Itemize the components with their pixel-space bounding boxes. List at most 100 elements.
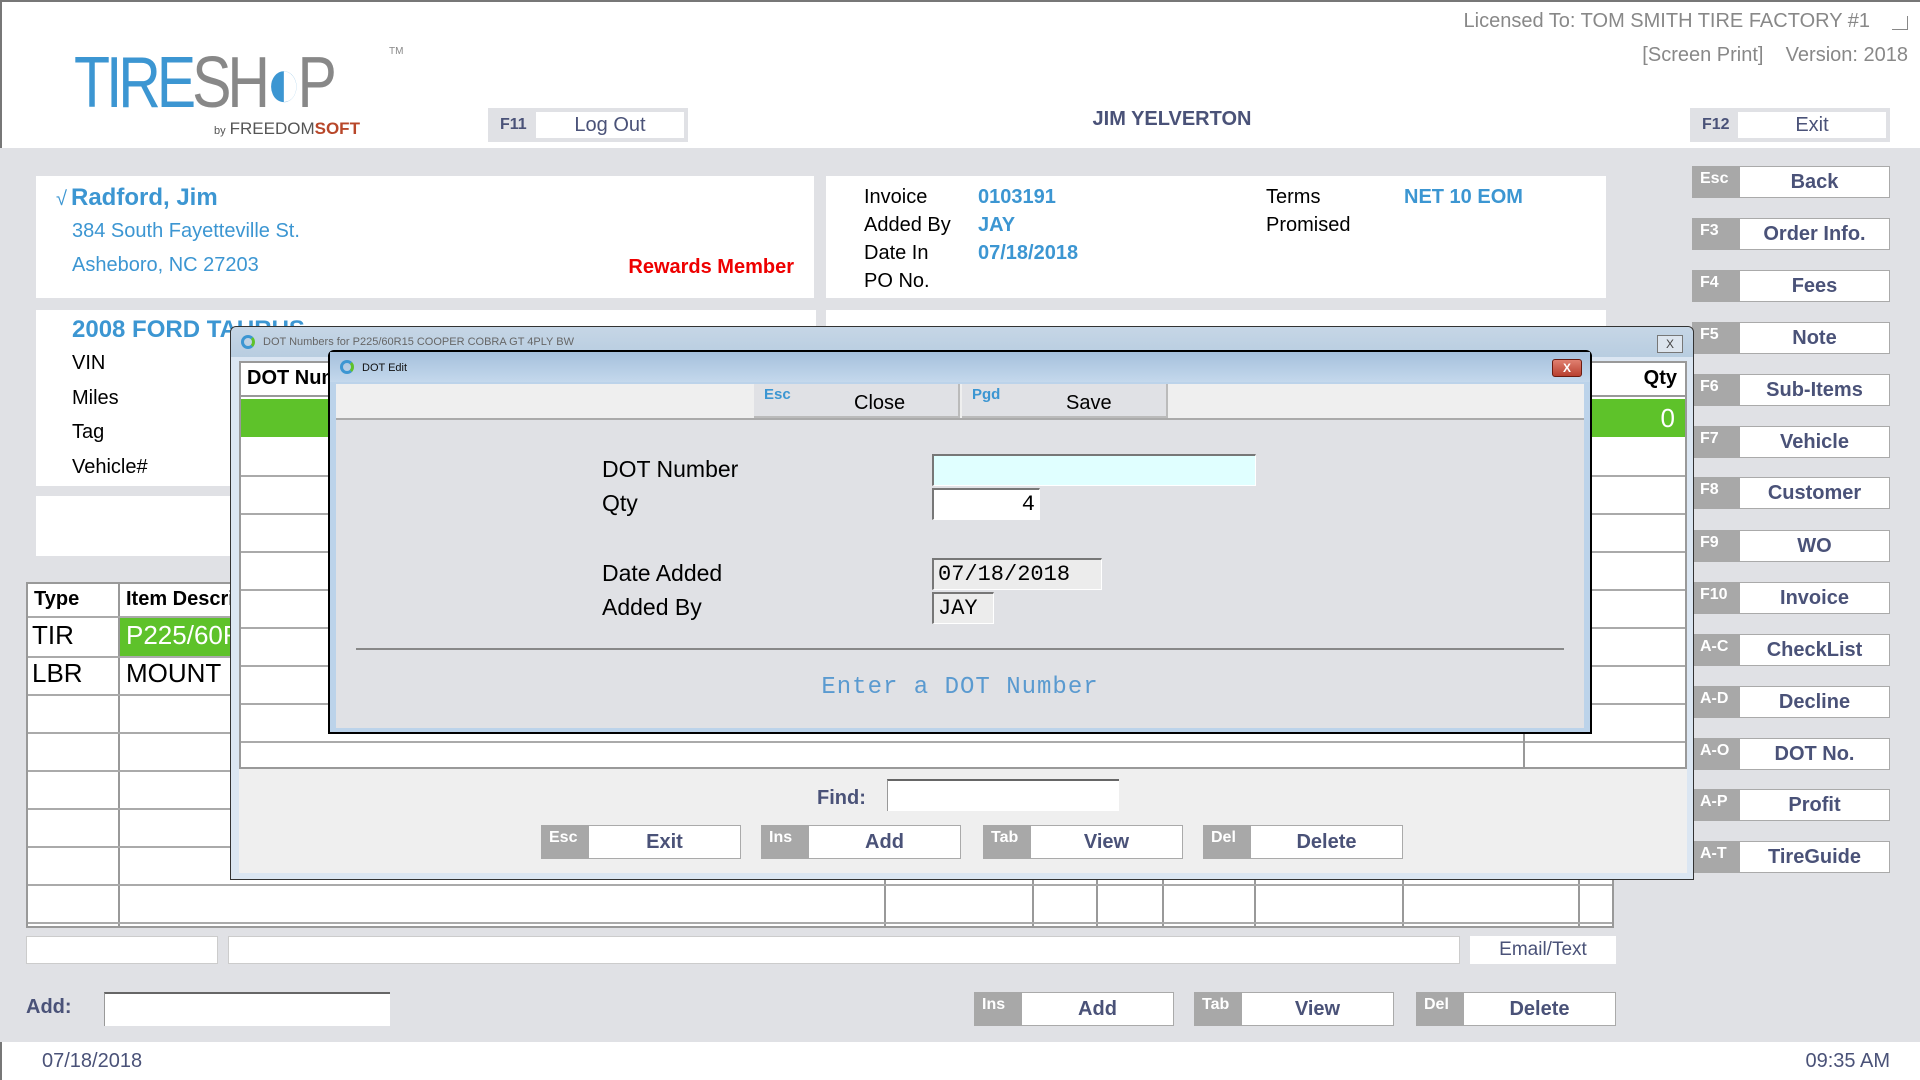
customer-address-line1: 384 South Fayetteville St.	[72, 220, 300, 242]
date-added-label: Date Added	[602, 560, 723, 586]
shortcut-key: F8	[1692, 477, 1740, 509]
status-date: 07/18/2018	[42, 1050, 143, 1072]
dot-view-button[interactable]: Tab View	[983, 825, 1183, 859]
exit-label: Exit	[1738, 112, 1886, 138]
sub-items-button[interactable]: F6 Sub-Items	[1692, 374, 1890, 406]
button-label: Invoice	[1740, 582, 1890, 614]
hint-message: Enter a DOT Number	[821, 674, 1099, 701]
invoice-panel: Invoice 0103191 Added By JAY Date In 07/…	[826, 176, 1606, 298]
shortcut-key: Ins	[974, 992, 1022, 1026]
app-icon	[241, 335, 255, 349]
vehicle-button[interactable]: F7 Vehicle	[1692, 426, 1890, 458]
row-2-description[interactable]: MOUNT	[126, 658, 221, 689]
column-header-type[interactable]: Type	[34, 588, 79, 611]
delete-button[interactable]: Del Delete	[1416, 992, 1616, 1026]
shortcut-key: F4	[1692, 270, 1740, 302]
view-button[interactable]: Tab View	[1194, 992, 1394, 1026]
logout-label: Log Out	[536, 112, 684, 138]
button-label: Fees	[1740, 270, 1890, 302]
logout-shortcut: F11	[500, 116, 527, 133]
button-label: Add	[1022, 992, 1174, 1026]
button-label: Delete	[1464, 992, 1616, 1026]
back-button[interactable]: Esc Back	[1692, 166, 1890, 198]
exit-button[interactable]: F12 Exit	[1690, 108, 1890, 142]
add-item-input[interactable]	[104, 992, 390, 1026]
customer-address-line2: Asheboro, NC 27203	[72, 254, 259, 276]
dot-number-input[interactable]	[932, 454, 1256, 486]
dot-edit-titlebar[interactable]: DOT Edit X	[330, 352, 1590, 382]
dot-edit-dialog[interactable]: DOT Edit X Esc Close Pgd Save DOT Number Q…	[328, 350, 1592, 734]
dot-edit-toolbar: Esc Close Pgd Save	[336, 384, 1584, 420]
version-text: [Screen Print] Version: 2018	[1642, 44, 1908, 66]
find-input[interactable]	[887, 779, 1119, 811]
message-field[interactable]	[228, 936, 1460, 964]
row-1-description[interactable]: P225/60R	[126, 620, 242, 651]
dot-add-button[interactable]: Ins Add	[761, 825, 961, 859]
button-label: Vehicle	[1740, 426, 1890, 458]
terms-value: NET 10 EOM	[1404, 186, 1523, 208]
add-button[interactable]: Ins Add	[974, 992, 1174, 1026]
column-header-description[interactable]: Item Descri	[126, 588, 234, 611]
dot-numbers-title: DOT Numbers for P225/60R15 COOPER COBRA …	[263, 336, 574, 348]
dot-delete-button[interactable]: Del Delete	[1203, 825, 1403, 859]
close-icon[interactable]: X	[1552, 359, 1582, 377]
fees-button[interactable]: F4 Fees	[1692, 270, 1890, 302]
button-label: Note	[1740, 322, 1890, 354]
work-order-button[interactable]: F9 WO	[1692, 530, 1890, 562]
window-resize-icon[interactable]	[1892, 16, 1908, 30]
qty-input[interactable]: 4	[932, 488, 1040, 520]
order-info-button[interactable]: F3 Order Info.	[1692, 218, 1890, 250]
dot-numbers-footer: Find: Esc Exit Ins Add Tab View Del Delete	[239, 769, 1687, 873]
button-label: Profit	[1740, 789, 1890, 821]
button-label: Exit	[589, 825, 741, 859]
button-label: TireGuide	[1740, 841, 1890, 873]
column-header-qty[interactable]: Qty	[1644, 367, 1677, 390]
decline-button[interactable]: A-D Decline	[1692, 686, 1890, 718]
shortcut-key: Del	[1416, 992, 1464, 1026]
row-2-type[interactable]: LBR	[32, 658, 83, 689]
shortcut-key: Del	[1203, 825, 1251, 859]
button-label: View	[1031, 825, 1183, 859]
note-button[interactable]: F5 Note	[1692, 322, 1890, 354]
verified-check-icon: √	[56, 188, 67, 210]
license-text: Licensed To: TOM SMITH TIRE FACTORY #1	[1463, 10, 1870, 32]
divider	[356, 648, 1564, 650]
shortcut-key: F10	[1692, 582, 1740, 614]
added-by-field: JAY	[932, 592, 994, 624]
app-icon	[340, 360, 354, 374]
tag-label: Tag	[72, 421, 105, 443]
shortcut-key: A-C	[1692, 634, 1740, 666]
tireguide-button[interactable]: A-T TireGuide	[1692, 841, 1890, 873]
logout-button[interactable]: F11 Log Out	[488, 108, 688, 142]
shortcut-key: Ins	[761, 825, 809, 859]
date-in-label: Date In	[864, 242, 929, 264]
customer-name[interactable]: √ Radford, Jim	[56, 184, 218, 212]
shortcut-key: F3	[1692, 218, 1740, 250]
customer-panel[interactable]: √ Radford, Jim 384 South Fayetteville St.…	[36, 176, 814, 298]
button-label: View	[1242, 992, 1394, 1026]
dot-edit-body: Esc Close Pgd Save DOT Number Qty 4 Date A…	[336, 384, 1584, 728]
email-text-button[interactable]: Email/Text	[1470, 936, 1616, 964]
shortcut-key: A-D	[1692, 686, 1740, 718]
save-button[interactable]: Pgd Save	[962, 384, 1168, 418]
invoice-button[interactable]: F10 Invoice	[1692, 582, 1890, 614]
profit-button[interactable]: A-P Profit	[1692, 789, 1890, 821]
customer-button[interactable]: F8 Customer	[1692, 477, 1890, 509]
dot-exit-button[interactable]: Esc Exit	[541, 825, 741, 859]
rewards-member-badge: Rewards Member	[628, 256, 794, 278]
checklist-button[interactable]: A-C CheckList	[1692, 634, 1890, 666]
po-number-label: PO No.	[864, 270, 930, 292]
close-button[interactable]: Esc Close	[754, 384, 960, 418]
date-added-field: 07/18/2018	[932, 558, 1102, 590]
status-time: 09:35 AM	[1805, 1050, 1890, 1072]
tireshop-logo: TIRESH◐P TM by FREEDOMSOFT	[74, 43, 404, 138]
button-label: DOT No.	[1740, 738, 1890, 770]
dot-number-button[interactable]: A-O DOT No.	[1692, 738, 1890, 770]
shortcut-key: F6	[1692, 374, 1740, 406]
shortcut-key: F7	[1692, 426, 1740, 458]
row-1-type[interactable]: TIR	[32, 620, 74, 651]
add-label: Add:	[26, 996, 72, 1018]
shortcut-key: Tab	[983, 825, 1031, 859]
close-icon[interactable]: X	[1657, 335, 1683, 353]
row-divider	[28, 884, 1612, 886]
